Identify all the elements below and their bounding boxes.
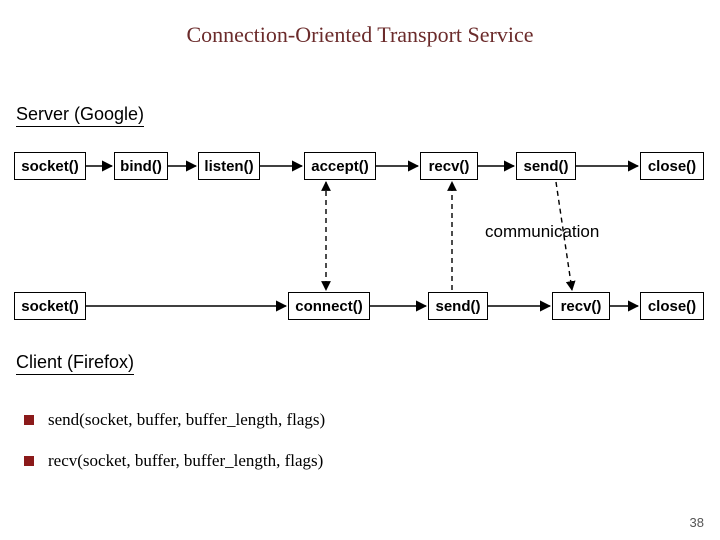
bullet-text: send(socket, buffer, buffer_length, flag… bbox=[48, 400, 325, 441]
bullet-item: recv(socket, buffer, buffer_length, flag… bbox=[24, 441, 325, 482]
bullet-item: send(socket, buffer, buffer_length, flag… bbox=[24, 400, 325, 441]
node-client-socket: socket() bbox=[14, 292, 86, 320]
node-server-socket: socket() bbox=[14, 152, 86, 180]
node-client-connect: connect() bbox=[288, 292, 370, 320]
node-server-accept: accept() bbox=[304, 152, 376, 180]
node-server-close: close() bbox=[640, 152, 704, 180]
node-client-close: close() bbox=[640, 292, 704, 320]
node-server-listen: listen() bbox=[198, 152, 260, 180]
slide: Connection-Oriented Transport Service Se… bbox=[0, 0, 720, 540]
bullet-text: recv(socket, buffer, buffer_length, flag… bbox=[48, 441, 323, 482]
bullet-square-icon bbox=[24, 456, 34, 466]
bullet-square-icon bbox=[24, 415, 34, 425]
communication-label: communication bbox=[485, 222, 599, 242]
client-label: Client (Firefox) bbox=[16, 352, 134, 375]
node-server-send: send() bbox=[516, 152, 576, 180]
node-client-recv: recv() bbox=[552, 292, 610, 320]
slide-title: Connection-Oriented Transport Service bbox=[0, 22, 720, 48]
bullet-list: send(socket, buffer, buffer_length, flag… bbox=[24, 400, 325, 482]
server-label: Server (Google) bbox=[16, 104, 144, 127]
page-number: 38 bbox=[690, 515, 704, 530]
node-client-send: send() bbox=[428, 292, 488, 320]
node-server-bind: bind() bbox=[114, 152, 168, 180]
node-server-recv: recv() bbox=[420, 152, 478, 180]
